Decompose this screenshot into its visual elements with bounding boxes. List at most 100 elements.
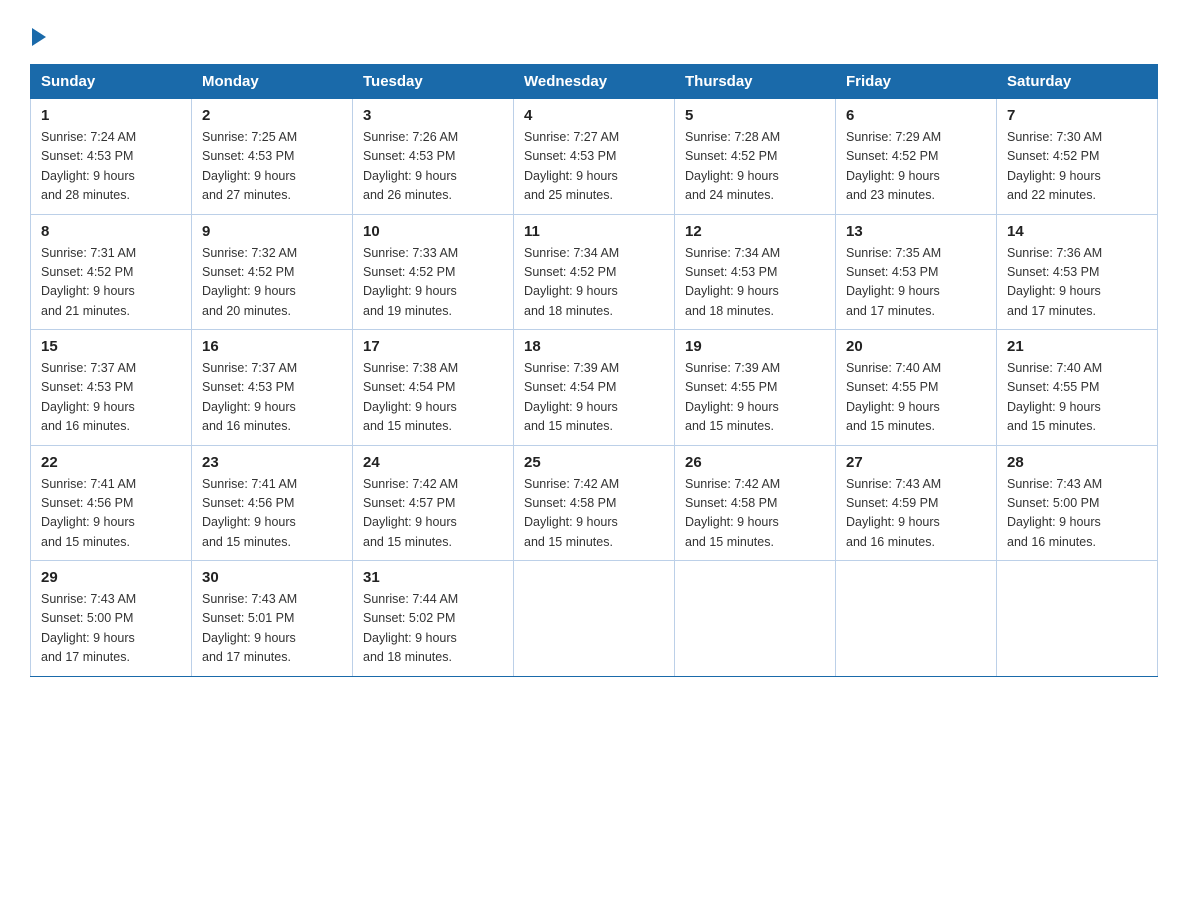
- day-number: 31: [363, 569, 503, 586]
- day-number: 20: [846, 338, 986, 355]
- calendar-cell: 5 Sunrise: 7:28 AMSunset: 4:52 PMDaylight…: [675, 99, 836, 215]
- day-number: 10: [363, 223, 503, 240]
- day-number: 27: [846, 454, 986, 471]
- day-number: 18: [524, 338, 664, 355]
- day-info: Sunrise: 7:42 AMSunset: 4:57 PMDaylight:…: [363, 475, 503, 553]
- calendar-cell: 12 Sunrise: 7:34 AMSunset: 4:53 PMDayligh…: [675, 214, 836, 330]
- calendar-cell: 30 Sunrise: 7:43 AMSunset: 5:01 PMDayligh…: [192, 561, 353, 677]
- calendar-cell: 21Sunrise: 7:40 AMSunset: 4:55 PMDayligh…: [997, 330, 1158, 446]
- day-number: 3: [363, 107, 503, 124]
- day-info: Sunrise: 7:36 AMSunset: 4:53 PMDaylight:…: [1007, 244, 1147, 322]
- weekday-header-sunday: Sunday: [31, 65, 192, 99]
- day-info: Sunrise: 7:35 AMSunset: 4:53 PMDaylight:…: [846, 244, 986, 322]
- day-info: Sunrise: 7:28 AMSunset: 4:52 PMDaylight:…: [685, 128, 825, 206]
- day-number: 28: [1007, 454, 1147, 471]
- day-info: Sunrise: 7:44 AMSunset: 5:02 PMDaylight:…: [363, 590, 503, 668]
- day-number: 5: [685, 107, 825, 124]
- calendar-cell: 23 Sunrise: 7:41 AMSunset: 4:56 PMDayligh…: [192, 445, 353, 561]
- calendar-week-row: 1Sunrise: 7:24 AMSunset: 4:53 PMDaylight…: [31, 99, 1158, 215]
- calendar-cell: 6Sunrise: 7:29 AMSunset: 4:52 PMDaylight…: [836, 99, 997, 215]
- calendar-cell: 2 Sunrise: 7:25 AMSunset: 4:53 PMDaylight…: [192, 99, 353, 215]
- day-info: Sunrise: 7:34 AMSunset: 4:52 PMDaylight:…: [524, 244, 664, 322]
- page-header: [30, 20, 1158, 46]
- calendar-cell: 14 Sunrise: 7:36 AMSunset: 4:53 PMDayligh…: [997, 214, 1158, 330]
- calendar-cell: 29Sunrise: 7:43 AMSunset: 5:00 PMDayligh…: [31, 561, 192, 677]
- day-info: Sunrise: 7:43 AMSunset: 4:59 PMDaylight:…: [846, 475, 986, 553]
- calendar-cell: 10 Sunrise: 7:33 AMSunset: 4:52 PMDayligh…: [353, 214, 514, 330]
- calendar-cell: [997, 561, 1158, 677]
- weekday-header-tuesday: Tuesday: [353, 65, 514, 99]
- day-number: 11: [524, 223, 664, 240]
- calendar-cell: 20Sunrise: 7:40 AMSunset: 4:55 PMDayligh…: [836, 330, 997, 446]
- calendar-cell: 25 Sunrise: 7:42 AMSunset: 4:58 PMDayligh…: [514, 445, 675, 561]
- day-info: Sunrise: 7:33 AMSunset: 4:52 PMDaylight:…: [363, 244, 503, 322]
- calendar-cell: 19 Sunrise: 7:39 AMSunset: 4:55 PMDayligh…: [675, 330, 836, 446]
- day-info: Sunrise: 7:27 AMSunset: 4:53 PMDaylight:…: [524, 128, 664, 206]
- day-info: Sunrise: 7:43 AMSunset: 5:00 PMDaylight:…: [41, 590, 181, 668]
- calendar-table: SundayMondayTuesdayWednesdayThursdayFrid…: [30, 64, 1158, 677]
- calendar-cell: 1Sunrise: 7:24 AMSunset: 4:53 PMDaylight…: [31, 99, 192, 215]
- day-info: Sunrise: 7:32 AMSunset: 4:52 PMDaylight:…: [202, 244, 342, 322]
- day-number: 1: [41, 107, 181, 124]
- day-info: Sunrise: 7:40 AMSunset: 4:55 PMDaylight:…: [1007, 359, 1147, 437]
- weekday-header-thursday: Thursday: [675, 65, 836, 99]
- logo-triangle-icon: [32, 28, 46, 46]
- day-number: 13: [846, 223, 986, 240]
- day-number: 24: [363, 454, 503, 471]
- day-info: Sunrise: 7:34 AMSunset: 4:53 PMDaylight:…: [685, 244, 825, 322]
- calendar-cell: 4 Sunrise: 7:27 AMSunset: 4:53 PMDaylight…: [514, 99, 675, 215]
- weekday-header-friday: Friday: [836, 65, 997, 99]
- day-info: Sunrise: 7:38 AMSunset: 4:54 PMDaylight:…: [363, 359, 503, 437]
- calendar-cell: 3 Sunrise: 7:26 AMSunset: 4:53 PMDaylight…: [353, 99, 514, 215]
- day-number: 17: [363, 338, 503, 355]
- day-info: Sunrise: 7:41 AMSunset: 4:56 PMDaylight:…: [202, 475, 342, 553]
- calendar-cell: 31 Sunrise: 7:44 AMSunset: 5:02 PMDayligh…: [353, 561, 514, 677]
- day-info: Sunrise: 7:42 AMSunset: 4:58 PMDaylight:…: [524, 475, 664, 553]
- calendar-cell: 9 Sunrise: 7:32 AMSunset: 4:52 PMDaylight…: [192, 214, 353, 330]
- day-info: Sunrise: 7:29 AMSunset: 4:52 PMDaylight:…: [846, 128, 986, 206]
- calendar-cell: 28Sunrise: 7:43 AMSunset: 5:00 PMDayligh…: [997, 445, 1158, 561]
- day-number: 2: [202, 107, 342, 124]
- calendar-cell: 15 Sunrise: 7:37 AMSunset: 4:53 PMDayligh…: [31, 330, 192, 446]
- day-number: 26: [685, 454, 825, 471]
- calendar-cell: 18 Sunrise: 7:39 AMSunset: 4:54 PMDayligh…: [514, 330, 675, 446]
- calendar-cell: 17 Sunrise: 7:38 AMSunset: 4:54 PMDayligh…: [353, 330, 514, 446]
- day-info: Sunrise: 7:25 AMSunset: 4:53 PMDaylight:…: [202, 128, 342, 206]
- day-number: 7: [1007, 107, 1147, 124]
- calendar-cell: [514, 561, 675, 677]
- day-number: 19: [685, 338, 825, 355]
- day-number: 9: [202, 223, 342, 240]
- day-info: Sunrise: 7:26 AMSunset: 4:53 PMDaylight:…: [363, 128, 503, 206]
- day-number: 4: [524, 107, 664, 124]
- calendar-header-row: SundayMondayTuesdayWednesdayThursdayFrid…: [31, 65, 1158, 99]
- day-info: Sunrise: 7:37 AMSunset: 4:53 PMDaylight:…: [41, 359, 181, 437]
- calendar-week-row: 15 Sunrise: 7:37 AMSunset: 4:53 PMDayligh…: [31, 330, 1158, 446]
- weekday-header-saturday: Saturday: [997, 65, 1158, 99]
- day-info: Sunrise: 7:41 AMSunset: 4:56 PMDaylight:…: [41, 475, 181, 553]
- calendar-week-row: 29Sunrise: 7:43 AMSunset: 5:00 PMDayligh…: [31, 561, 1158, 677]
- day-info: Sunrise: 7:39 AMSunset: 4:54 PMDaylight:…: [524, 359, 664, 437]
- calendar-cell: 11 Sunrise: 7:34 AMSunset: 4:52 PMDayligh…: [514, 214, 675, 330]
- calendar-cell: 16Sunrise: 7:37 AMSunset: 4:53 PMDayligh…: [192, 330, 353, 446]
- day-number: 23: [202, 454, 342, 471]
- day-info: Sunrise: 7:39 AMSunset: 4:55 PMDaylight:…: [685, 359, 825, 437]
- day-info: Sunrise: 7:43 AMSunset: 5:01 PMDaylight:…: [202, 590, 342, 668]
- day-number: 14: [1007, 223, 1147, 240]
- calendar-cell: 27 Sunrise: 7:43 AMSunset: 4:59 PMDayligh…: [836, 445, 997, 561]
- day-number: 30: [202, 569, 342, 586]
- day-number: 12: [685, 223, 825, 240]
- day-number: 16: [202, 338, 342, 355]
- day-number: 25: [524, 454, 664, 471]
- day-number: 22: [41, 454, 181, 471]
- day-number: 15: [41, 338, 181, 355]
- weekday-header-wednesday: Wednesday: [514, 65, 675, 99]
- calendar-cell: 7 Sunrise: 7:30 AMSunset: 4:52 PMDaylight…: [997, 99, 1158, 215]
- calendar-cell: 26Sunrise: 7:42 AMSunset: 4:58 PMDayligh…: [675, 445, 836, 561]
- day-info: Sunrise: 7:31 AMSunset: 4:52 PMDaylight:…: [41, 244, 181, 322]
- day-info: Sunrise: 7:30 AMSunset: 4:52 PMDaylight:…: [1007, 128, 1147, 206]
- calendar-cell: 8Sunrise: 7:31 AMSunset: 4:52 PMDaylight…: [31, 214, 192, 330]
- calendar-week-row: 8Sunrise: 7:31 AMSunset: 4:52 PMDaylight…: [31, 214, 1158, 330]
- calendar-cell: 22 Sunrise: 7:41 AMSunset: 4:56 PMDayligh…: [31, 445, 192, 561]
- logo: [30, 20, 46, 46]
- weekday-header-monday: Monday: [192, 65, 353, 99]
